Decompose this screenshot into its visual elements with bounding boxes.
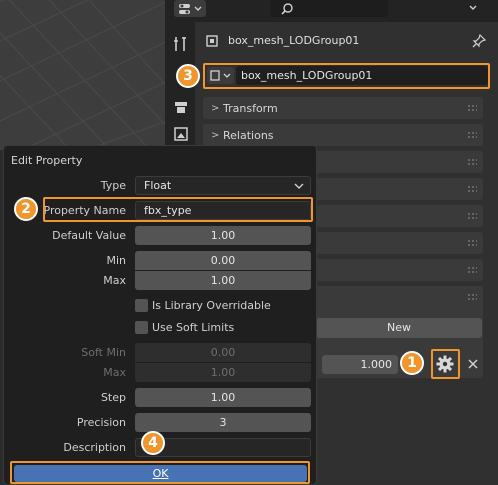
highlight-2 <box>43 197 313 222</box>
soft-max-label: Max <box>103 366 126 379</box>
editor-type-button[interactable] <box>174 0 206 17</box>
callout-4: 4 <box>141 431 165 455</box>
drag-handle[interactable] <box>467 239 477 247</box>
soft-max-field[interactable]: 1.00 <box>135 363 311 382</box>
3d-viewport[interactable] <box>0 0 170 150</box>
callout-1: 1 <box>400 351 424 375</box>
highlight-4 <box>10 461 310 484</box>
precision-field[interactable]: 3 <box>135 413 311 432</box>
output-icon <box>174 127 188 141</box>
tab-render[interactable] <box>168 96 194 118</box>
custom-property-value[interactable]: 1.000 <box>322 355 398 374</box>
type-dropdown[interactable]: Float <box>135 176 311 195</box>
default-value-field[interactable]: 1.00 <box>135 226 311 245</box>
pin-icon <box>472 34 486 48</box>
type-value: Float <box>144 179 172 192</box>
tool-icon <box>174 37 186 51</box>
highlight-3 <box>203 63 490 89</box>
drag-handle[interactable] <box>467 131 477 139</box>
panel-label: Transform <box>223 101 278 115</box>
drag-handle[interactable] <box>467 104 477 112</box>
dialog-title: Edit Property <box>11 154 83 167</box>
max-field[interactable]: 1.00 <box>135 271 311 290</box>
callout-3: 3 <box>176 64 200 88</box>
soft-min-label: Soft Min <box>81 346 126 359</box>
soft-limits-label: Use Soft Limits <box>152 321 235 334</box>
default-value-label: Default Value <box>52 229 126 242</box>
drag-handle[interactable] <box>467 293 477 301</box>
panel-transform[interactable]: > Transform <box>203 97 483 119</box>
chevron-right-icon: > <box>211 102 220 114</box>
type-label: Type <box>100 179 126 192</box>
precision-label: Precision <box>76 416 126 429</box>
panel-relations[interactable]: > Relations <box>203 124 483 146</box>
tab-tool[interactable] <box>168 32 194 56</box>
chevron-right-icon: > <box>211 129 220 141</box>
drag-handle[interactable] <box>467 212 477 220</box>
chevron-down-icon <box>294 183 304 189</box>
new-property-button[interactable]: New <box>316 318 482 338</box>
soft-min-field[interactable]: 0.00 <box>135 343 311 362</box>
close-icon <box>468 359 478 369</box>
step-label: Step <box>100 391 126 404</box>
drag-handle[interactable] <box>467 185 477 193</box>
chevron-down-icon <box>469 5 477 10</box>
library-overridable-checkbox[interactable] <box>135 299 148 312</box>
min-label: Min <box>106 254 126 267</box>
callout-2: 2 <box>14 197 38 221</box>
options-dropdown[interactable] <box>458 0 488 17</box>
min-field[interactable]: 0.00 <box>135 251 311 270</box>
highlight-1 <box>431 349 460 379</box>
object-name-label: box_mesh_LODGroup01 <box>228 34 360 47</box>
search-icon <box>281 3 293 15</box>
max-label: Max <box>103 274 126 287</box>
drag-handle[interactable] <box>467 158 477 166</box>
pin-button[interactable] <box>470 32 488 50</box>
soft-limits-checkbox[interactable] <box>135 321 148 334</box>
properties-editor-icon <box>179 3 202 14</box>
search-input[interactable] <box>270 0 388 17</box>
drag-handle[interactable] <box>467 266 477 274</box>
step-field[interactable]: 1.00 <box>135 388 311 407</box>
viewport-grid <box>0 0 170 150</box>
panel-label: Relations <box>223 128 274 142</box>
library-overridable-label: Is Library Overridable <box>152 299 271 312</box>
object-icon <box>204 33 220 49</box>
render-icon <box>175 102 187 113</box>
description-label: Description <box>63 441 126 454</box>
remove-property-button[interactable] <box>464 355 482 373</box>
tab-output[interactable] <box>168 123 194 145</box>
